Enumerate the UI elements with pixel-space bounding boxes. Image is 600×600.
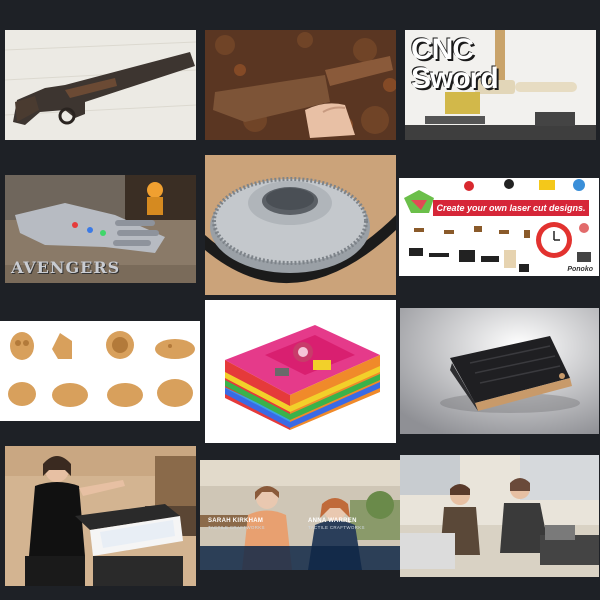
lower-third-person2: ANNA WARREN TACTILE CRAFTWORKS	[308, 518, 365, 540]
person1-name: SARAH KIRKHAM	[208, 518, 264, 524]
cnc-title-line2: Sword	[411, 61, 499, 95]
rusty-shotgun-image[interactable]	[5, 30, 196, 140]
bamboo-animal-cutouts-graphic	[0, 321, 200, 421]
card-wallet-graphic	[400, 308, 599, 434]
rusty-shotgun-graphic	[5, 30, 196, 140]
cnc-sword-image[interactable]: CNC Sword	[405, 30, 596, 140]
laser-cut-banner: Create your own laser cut designs.	[433, 200, 589, 216]
rainbow-pi-case-graphic	[205, 300, 396, 443]
timing-pulley-graphic	[205, 155, 396, 295]
workshop-makers-graphic	[400, 455, 599, 577]
laser-cut-designs-image[interactable]: Create your own laser cut designs. Ponok…	[399, 178, 599, 276]
infinity-gauntlet-image[interactable]: AVENGERS	[5, 175, 196, 283]
cnc-title-line1: CNC	[411, 33, 474, 66]
card-wallet-image[interactable]	[400, 308, 599, 434]
rusty-knife-graphic	[205, 30, 396, 140]
workshop-makers-image[interactable]	[400, 455, 599, 577]
ponoko-logo: Ponoko	[567, 266, 593, 273]
laser-cutter-woman-graphic	[5, 446, 196, 586]
avengers-logo: AVENGERS	[11, 258, 121, 277]
laser-cut-designs-graphic	[399, 178, 599, 276]
timing-pulley-image[interactable]	[205, 155, 396, 295]
lower-third-person1: SARAH KIRKHAM TACTILE CRAFTWORKS	[208, 518, 265, 540]
cnc-sword-title: CNC Sword	[411, 33, 499, 95]
rusty-knife-image[interactable]	[205, 30, 396, 140]
sarah-anna-interview-image[interactable]: SARAH KIRKHAM TACTILE CRAFTWORKS ANNA WA…	[200, 460, 400, 570]
person2-org: TACTILE CRAFTWORKS	[308, 525, 365, 530]
sarah-anna-interview-graphic	[200, 460, 400, 570]
laser-cutter-woman-image[interactable]	[5, 446, 196, 586]
bamboo-animal-cutouts-image[interactable]	[0, 321, 200, 421]
person2-name: ANNA WARREN	[308, 518, 357, 524]
rainbow-pi-case-image[interactable]	[205, 300, 396, 443]
person1-org: TACTILE CRAFTWORKS	[208, 525, 265, 530]
